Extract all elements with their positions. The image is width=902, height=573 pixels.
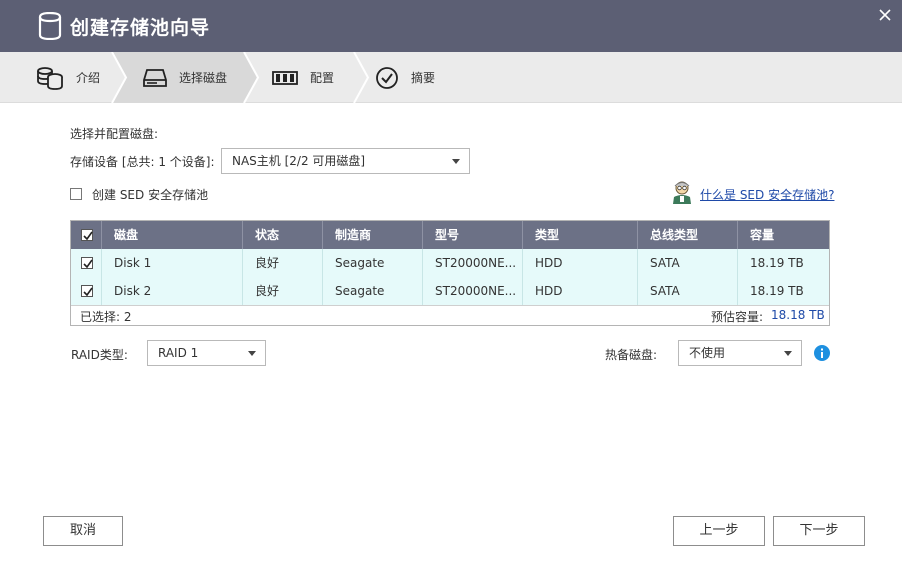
checkmark-icon — [83, 287, 93, 297]
step-configure[interactable]: 配置 — [272, 52, 334, 103]
chevron-down-icon — [248, 351, 256, 356]
close-icon[interactable] — [876, 6, 894, 24]
cell-model: ST20000NE... — [423, 249, 523, 277]
row-select-cell — [71, 277, 102, 305]
hard-drive-icon — [143, 68, 167, 87]
cell-status: 良好 — [243, 249, 323, 277]
window-titlebar: 创建存储池向导 — [0, 0, 902, 52]
cell-disk: Disk 2 — [102, 277, 243, 305]
cell-capacity: 18.19 TB — [750, 256, 804, 270]
step-summary[interactable]: 摘要 — [375, 52, 435, 103]
header-bus-type[interactable]: 总线类型 — [638, 221, 738, 249]
chevron-down-icon — [784, 351, 792, 356]
estimated-capacity-value: 18.18 TB — [771, 308, 825, 322]
storage-device-label: 存储设备 [总共: 1 个设备]: — [70, 155, 215, 169]
step-configure-label: 配置 — [310, 71, 335, 85]
cell-status: 良好 — [243, 277, 323, 305]
storage-device-value: NAS主机 [2/2 可用磁盘] — [232, 154, 366, 168]
header-vendor[interactable]: 制造商 — [323, 221, 423, 249]
cell-capacity: 18.19 TB — [750, 284, 804, 298]
cell-disk: Disk 1 — [102, 249, 243, 277]
chevron-down-icon — [452, 159, 460, 164]
hot-spare-label: 热备磁盘: — [605, 348, 658, 362]
hot-spare-value: 不使用 — [689, 346, 726, 360]
check-circle-icon — [376, 66, 398, 89]
disk-table: 磁盘 状态 制造商 型号 类型 总线类型 容量 Disk 1 良好 Seagat… — [70, 220, 830, 326]
window-title: 创建存储池向导 — [70, 17, 211, 39]
wizard-steps: 介绍 选择磁盘 配置 摘要 — [0, 52, 902, 103]
header-disk[interactable]: 磁盘 — [102, 221, 243, 249]
raid-config-icon — [272, 70, 298, 85]
row-checkbox[interactable] — [81, 285, 93, 297]
raid-type-label: RAID类型: — [71, 348, 128, 362]
header-model[interactable]: 型号 — [423, 221, 523, 249]
step-summary-label: 摘要 — [411, 71, 436, 85]
checkmark-icon — [83, 259, 93, 269]
step-arrows — [111, 52, 370, 103]
table-row[interactable]: Disk 2 良好 Seagate ST20000NE... HDD SATA … — [71, 277, 829, 305]
row-select-cell — [71, 249, 102, 277]
database-icon — [37, 66, 63, 90]
info-icon[interactable] — [814, 345, 830, 361]
cell-bus-type: SATA — [638, 277, 738, 305]
raid-type-select[interactable]: RAID 1 — [147, 340, 266, 366]
sed-checkbox[interactable] — [70, 188, 82, 200]
header-status[interactable]: 状态 — [243, 221, 323, 249]
help-assistant-icon — [673, 181, 691, 204]
cancel-button[interactable]: 取消 — [43, 516, 123, 546]
storage-pool-icon — [38, 12, 62, 40]
section-label: 选择并配置磁盘: — [70, 127, 159, 141]
cell-type: HDD — [523, 277, 638, 305]
step-select-disks-label: 选择磁盘 — [179, 71, 228, 85]
cell-type: HDD — [523, 249, 638, 277]
raid-type-value: RAID 1 — [158, 346, 199, 360]
step-intro[interactable]: 介绍 — [36, 52, 100, 103]
cell-vendor: Seagate — [323, 277, 423, 305]
sed-help-link[interactable]: 什么是 SED 安全存储池? — [700, 186, 834, 203]
next-button[interactable]: 下一步 — [773, 516, 865, 546]
storage-device-select[interactable]: NAS主机 [2/2 可用磁盘] — [221, 148, 470, 174]
table-row[interactable]: Disk 1 良好 Seagate ST20000NE... HDD SATA … — [71, 249, 829, 277]
table-header: 磁盘 状态 制造商 型号 类型 总线类型 容量 — [71, 221, 829, 249]
header-type[interactable]: 类型 — [523, 221, 638, 249]
cell-model: ST20000NE... — [423, 277, 523, 305]
header-capacity[interactable]: 容量 — [738, 221, 829, 249]
estimated-capacity-label: 预估容量: — [711, 310, 764, 324]
sed-checkbox-label: 创建 SED 安全存储池 — [92, 188, 209, 202]
table-footer: 已选择: 2 预估容量: 18.18 TB — [71, 305, 829, 325]
step-select-disks[interactable]: 选择磁盘 — [143, 52, 227, 103]
cell-bus-type: SATA — [638, 249, 738, 277]
cell-vendor: Seagate — [323, 249, 423, 277]
step-intro-label: 介绍 — [76, 71, 101, 85]
hot-spare-select[interactable]: 不使用 — [678, 340, 802, 366]
row-checkbox[interactable] — [81, 257, 93, 269]
select-all-checkbox[interactable] — [81, 229, 93, 241]
checkmark-icon — [83, 231, 93, 241]
selected-count: 已选择: 2 — [80, 310, 132, 324]
previous-button[interactable]: 上一步 — [673, 516, 765, 546]
select-all-cell — [71, 221, 102, 249]
